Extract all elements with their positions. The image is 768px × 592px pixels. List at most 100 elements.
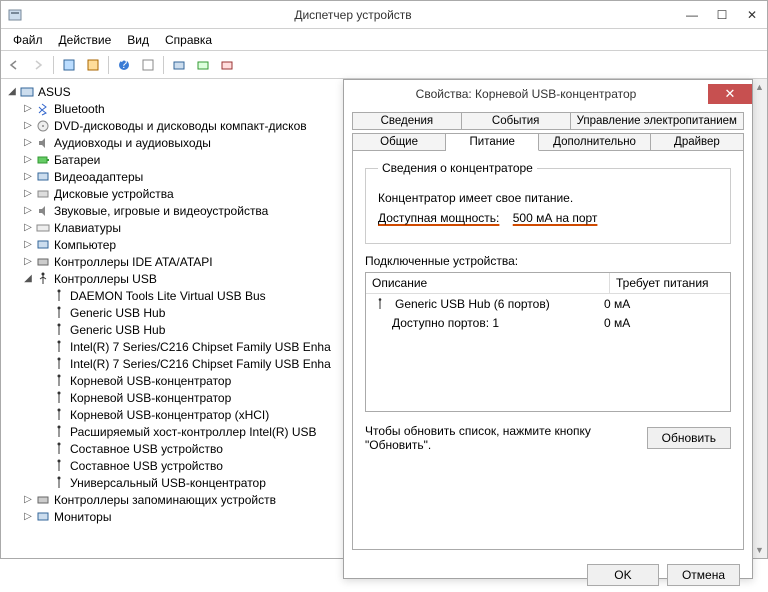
back-button[interactable] xyxy=(3,54,25,76)
toolbar-icon-3[interactable] xyxy=(137,54,159,76)
maximize-button[interactable]: ☐ xyxy=(707,5,737,25)
expander-icon[interactable]: ▷ xyxy=(21,103,35,114)
refresh-button[interactable]: Обновить xyxy=(647,427,731,449)
usb-device-icon xyxy=(51,475,67,491)
usb-device-icon xyxy=(51,322,67,338)
tree-item[interactable]: Bluetooth xyxy=(54,102,105,116)
toolbar-icon-1[interactable] xyxy=(58,54,80,76)
tab-events[interactable]: События xyxy=(462,112,571,130)
close-button[interactable]: ✕ xyxy=(737,5,767,25)
tree-item[interactable]: Расширяемый хост-контроллер Intel(R) USB xyxy=(70,425,317,439)
tab-content: Сведения о концентраторе Концентратор им… xyxy=(352,150,744,550)
tree-item[interactable]: Универсальный USB-концентратор xyxy=(70,476,266,490)
tree-item[interactable]: Корневой USB-концентратор (xHCI) xyxy=(70,408,269,422)
vertical-scrollbar[interactable]: ▲ ▼ xyxy=(751,79,767,558)
tree-item[interactable]: Контроллеры USB xyxy=(54,272,157,286)
expander-icon[interactable]: ▷ xyxy=(21,188,35,199)
column-description[interactable]: Описание xyxy=(366,273,610,293)
usb-device-icon xyxy=(51,356,67,372)
tree-item[interactable]: Intel(R) 7 Series/C216 Chipset Family US… xyxy=(70,340,331,354)
tree-item[interactable]: Контроллеры запоминающих устройств xyxy=(54,493,276,507)
expander-icon[interactable]: ▷ xyxy=(21,494,35,505)
tree-item[interactable]: Корневой USB-концентратор xyxy=(70,391,231,405)
tree-item[interactable]: Составное USB устройство xyxy=(70,459,223,473)
minimize-button[interactable]: — xyxy=(677,5,707,25)
expander-icon[interactable]: ◢ xyxy=(21,273,35,284)
expander-icon[interactable]: ◢ xyxy=(5,86,19,97)
tree-item[interactable]: Клавиатуры xyxy=(54,221,121,235)
menu-action[interactable]: Действие xyxy=(51,31,120,49)
forward-button[interactable] xyxy=(27,54,49,76)
device-row-power: 0 мА xyxy=(604,297,724,311)
tab-driver[interactable]: Драйвер xyxy=(651,133,744,151)
expander-icon[interactable]: ▷ xyxy=(21,120,35,131)
usb-device-icon xyxy=(51,339,67,355)
column-power-required[interactable]: Требует питания xyxy=(610,273,730,293)
dialog-title: Свойства: Корневой USB-концентратор xyxy=(344,87,708,101)
window-titlebar: Диспетчер устройств — ☐ ✕ xyxy=(1,1,767,29)
tree-item[interactable]: Дисковые устройства xyxy=(54,187,174,201)
toolbar: ? xyxy=(1,51,767,79)
scroll-down-icon[interactable]: ▼ xyxy=(752,542,767,558)
usb-device-icon xyxy=(51,424,67,440)
tree-item[interactable]: Generic USB Hub xyxy=(70,306,165,320)
tree-item[interactable]: DAEMON Tools Lite Virtual USB Bus xyxy=(70,289,266,303)
tree-item[interactable]: Intel(R) 7 Series/C216 Chipset Family US… xyxy=(70,357,331,371)
tab-advanced[interactable]: Дополнительно xyxy=(539,133,651,151)
tree-item[interactable]: Generic USB Hub xyxy=(70,323,165,337)
tree-item[interactable]: Аудиовходы и аудиовыходы xyxy=(54,136,211,150)
expander-icon[interactable]: ▷ xyxy=(21,222,35,233)
tree-item[interactable]: Составное USB устройство xyxy=(70,442,223,456)
scroll-up-icon[interactable]: ▲ xyxy=(752,79,767,95)
app-icon xyxy=(7,7,23,23)
toolbar-icon-5[interactable] xyxy=(192,54,214,76)
cancel-button[interactable]: Отмена xyxy=(667,564,740,586)
tab-power-management[interactable]: Управление электропитанием xyxy=(571,112,744,130)
bluetooth-icon xyxy=(35,101,51,117)
dialog-close-button[interactable]: ✕ xyxy=(708,84,752,104)
tree-item[interactable]: Корневой USB-концентратор xyxy=(70,374,231,388)
tree-item[interactable]: Батареи xyxy=(54,153,100,167)
available-power-label: Доступная мощность: xyxy=(378,211,499,225)
toolbar-icon-2[interactable] xyxy=(82,54,104,76)
tab-general[interactable]: Общие xyxy=(352,133,446,151)
device-row-desc[interactable]: Доступно портов: 1 xyxy=(392,316,499,330)
menu-view[interactable]: Вид xyxy=(119,31,157,49)
tree-item[interactable]: Видеоадаптеры xyxy=(54,170,143,184)
usb-controller-icon xyxy=(35,271,51,287)
expander-icon[interactable]: ▷ xyxy=(21,511,35,522)
menu-help[interactable]: Справка xyxy=(157,31,220,49)
hub-info-legend: Сведения о концентраторе xyxy=(378,161,537,175)
expander-icon[interactable]: ▷ xyxy=(21,137,35,148)
menubar: Файл Действие Вид Справка xyxy=(1,29,767,51)
hub-info-group: Сведения о концентраторе Концентратор им… xyxy=(365,161,731,244)
refresh-hint: Чтобы обновить список, нажмите кнопку "О… xyxy=(365,424,639,452)
expander-icon[interactable]: ▷ xyxy=(21,171,35,182)
usb-device-icon xyxy=(51,305,67,321)
tree-root[interactable]: ASUS xyxy=(38,85,71,99)
connected-devices-label: Подключенные устройства: xyxy=(365,254,731,268)
scan-hardware-icon[interactable] xyxy=(168,54,190,76)
tree-item[interactable]: Компьютер xyxy=(54,238,116,252)
tab-power[interactable]: Питание xyxy=(446,133,539,151)
usb-device-icon xyxy=(51,390,67,406)
device-row-power: 0 мА xyxy=(604,316,724,330)
help-icon[interactable]: ? xyxy=(113,54,135,76)
expander-icon[interactable]: ▷ xyxy=(21,256,35,267)
connected-devices-table[interactable]: Описание Требует питания Generic USB Hub… xyxy=(365,272,731,412)
tab-details[interactable]: Сведения xyxy=(352,112,462,130)
hub-power-status: Концентратор имеет свое питание. xyxy=(378,191,718,205)
ok-button[interactable]: OK xyxy=(587,564,659,586)
tree-item[interactable]: Мониторы xyxy=(54,510,111,524)
expander-icon[interactable]: ▷ xyxy=(21,154,35,165)
expander-icon[interactable]: ▷ xyxy=(21,239,35,250)
tree-item[interactable]: DVD-дисководы и дисководы компакт-дисков xyxy=(54,119,307,133)
tree-item[interactable]: Звуковые, игровые и видеоустройства xyxy=(54,204,268,218)
tree-item[interactable]: Контроллеры IDE ATA/ATAPI xyxy=(54,255,213,269)
expander-icon[interactable]: ▷ xyxy=(21,205,35,216)
svg-text:?: ? xyxy=(121,58,128,71)
menu-file[interactable]: Файл xyxy=(5,31,51,49)
toolbar-icon-6[interactable] xyxy=(216,54,238,76)
display-adapter-icon xyxy=(35,169,51,185)
device-row-desc[interactable]: Generic USB Hub (6 портов) xyxy=(395,297,550,311)
